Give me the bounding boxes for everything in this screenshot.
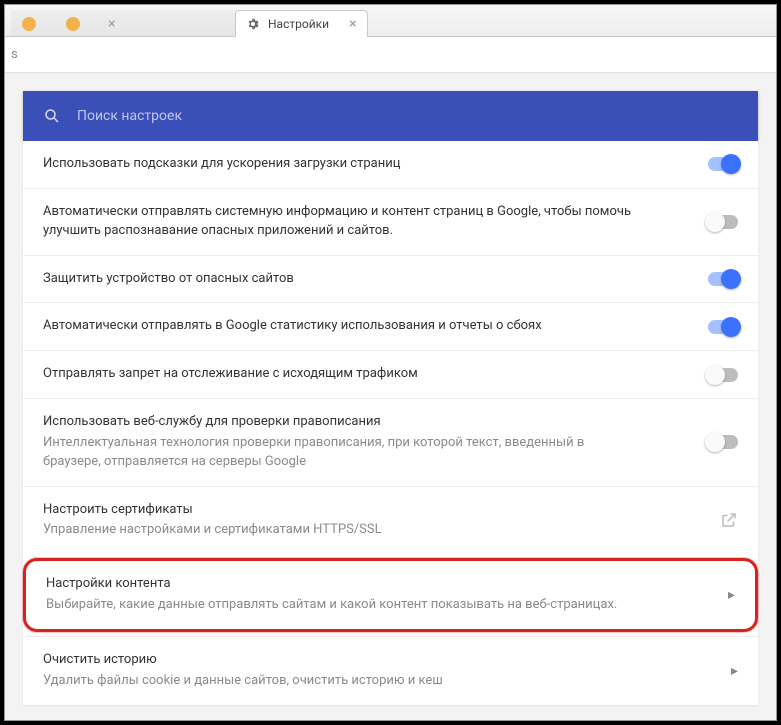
favicon-icon (66, 17, 80, 31)
tab-label: Настройки (268, 17, 329, 31)
row-content-settings[interactable]: Настройки контента Выбирайте, какие данн… (26, 561, 755, 629)
toggle-usage-stats[interactable] (708, 320, 738, 334)
toggle-spellcheck-service[interactable] (708, 435, 738, 449)
browser-window: × Настройки × s Поиск настроек (4, 4, 777, 721)
row-subtitle: Выбирайте, какие данные отправлять сайта… (46, 596, 639, 615)
row-title: Автоматически отправлять системную инфор… (43, 203, 642, 241)
highlight-content-settings: Настройки контента Выбирайте, какие данн… (23, 558, 758, 632)
settings-search[interactable]: Поиск настроек (23, 91, 758, 141)
row-safe-browsing: Защитить устройство от опасных сайтов (23, 255, 758, 303)
section-passwords-forms: Пароли и формы (23, 705, 758, 720)
row-title: Отправлять запрет на отслеживание с исхо… (43, 365, 642, 384)
row-do-not-track: Отправлять запрет на отслеживание с исхо… (23, 350, 758, 398)
tab-inactive-2[interactable]: × (55, 10, 235, 36)
search-placeholder: Поиск настроек (77, 108, 182, 124)
tab-settings[interactable]: Настройки × (235, 10, 368, 36)
row-spellcheck-service: Использовать веб-службу для проверки пра… (23, 398, 758, 486)
close-icon[interactable]: × (349, 17, 356, 31)
row-subtitle: Удалить файлы cookie и данные сайтов, оч… (43, 672, 642, 691)
settings-content: Поиск настроек Использовать подсказки дл… (5, 73, 776, 720)
row-send-system-info: Автоматически отправлять системную инфор… (23, 188, 758, 255)
row-clear-browsing-data[interactable]: Очистить историю Удалить файлы cookie и … (23, 636, 758, 705)
row-title: Очистить историю (43, 651, 642, 670)
row-subtitle: Интеллектуальная технология проверки пра… (43, 434, 642, 472)
search-icon (43, 107, 61, 125)
row-title: Использовать подсказки для ускорения заг… (43, 155, 642, 174)
row-title: Настройки контента (46, 575, 639, 594)
toggle-send-system-info[interactable] (708, 215, 738, 229)
tab-strip: × Настройки × (5, 5, 776, 37)
row-preload: Использовать подсказки для ускорения заг… (23, 141, 758, 188)
tab-inactive-1[interactable] (11, 10, 55, 36)
address-bar[interactable]: s (5, 37, 776, 73)
row-title: Использовать веб-службу для проверки пра… (43, 413, 642, 432)
row-title: Защитить устройство от опасных сайтов (43, 270, 642, 289)
toggle-do-not-track[interactable] (708, 368, 738, 382)
address-fragment: s (11, 47, 18, 62)
gear-icon (246, 17, 260, 31)
toggle-preload[interactable] (708, 157, 738, 171)
row-title: Автоматически отправлять в Google статис… (43, 317, 642, 336)
chevron-right-icon: ▸ (728, 587, 735, 603)
external-link-icon (702, 511, 738, 529)
close-icon[interactable]: × (108, 17, 115, 31)
row-manage-certificates[interactable]: Настроить сертификаты Управление настрой… (23, 486, 758, 555)
chevron-right-icon: ▸ (731, 663, 738, 679)
toggle-safe-browsing[interactable] (708, 272, 738, 286)
row-title: Настроить сертификаты (43, 501, 642, 520)
favicon-icon (22, 17, 36, 31)
row-usage-stats: Автоматически отправлять в Google статис… (23, 302, 758, 350)
privacy-card: Использовать подсказки для ускорения заг… (23, 141, 758, 705)
row-subtitle: Управление настройками и сертификатами H… (43, 521, 642, 540)
